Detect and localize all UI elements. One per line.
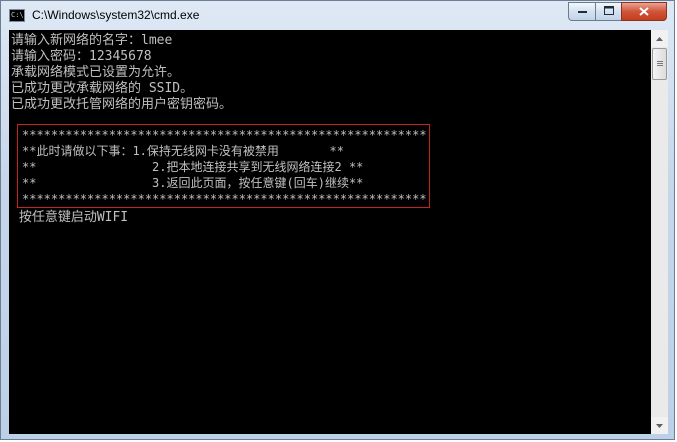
grip-line [657, 63, 663, 64]
box-instruction-line: ** 2.把本地连接共享到无线网络连接2 ** [22, 160, 364, 174]
scroll-up-button[interactable] [651, 30, 668, 47]
window-title: C:\Windows\system32\cmd.exe [32, 8, 200, 22]
caption-buttons [568, 2, 667, 21]
console-line: 承载网络模式已设置为允许。 [11, 65, 181, 80]
scroll-down-button[interactable] [651, 417, 668, 434]
cmd-app-icon[interactable]: C:\ [9, 9, 25, 22]
minimize-button[interactable] [568, 2, 595, 21]
console-line: 请输入密码：12345678 [11, 49, 152, 64]
box-border-line: ****************************************… [22, 192, 427, 206]
cmd-window: C:\ C:\Windows\system32\cmd.exe 请输入新网络的名… [0, 0, 675, 440]
arrow-down-icon [656, 421, 663, 430]
console-prompt: 按任意键启动WIFI [11, 210, 129, 225]
close-button[interactable] [621, 2, 667, 21]
box-instruction-line: **此时请做以下事：1.保持无线网卡没有被禁用 ** [22, 144, 344, 158]
title-bar[interactable]: C:\ C:\Windows\system32\cmd.exe [1, 1, 674, 29]
console-output[interactable]: 请输入新网络的名字：lmee 请输入密码：12345678 承载网络模式已设置为… [9, 30, 651, 434]
close-icon [639, 5, 649, 19]
vertical-scrollbar[interactable] [651, 30, 668, 434]
maximize-button[interactable] [595, 2, 621, 21]
console-client-area: 请输入新网络的名字：lmee 请输入密码：12345678 承载网络模式已设置为… [9, 30, 668, 434]
arrow-up-icon [656, 34, 663, 43]
console-line: 已成功更改托管网络的用户密钥密码。 [11, 97, 233, 112]
box-instruction-line: ** 3.返回此页面，按任意键(回车)继续** [22, 176, 364, 190]
console-line: 请输入新网络的名字：lmee [11, 33, 173, 48]
minimize-icon [577, 6, 587, 17]
maximize-icon [603, 5, 614, 18]
box-border-line: ****************************************… [22, 128, 427, 142]
grip-line [657, 61, 663, 62]
grip-line [657, 65, 663, 66]
instructions-highlight-box: ****************************************… [17, 124, 430, 208]
scroll-thumb[interactable] [652, 48, 667, 80]
console-line: 已成功更改承载网络的 SSID。 [11, 81, 194, 96]
